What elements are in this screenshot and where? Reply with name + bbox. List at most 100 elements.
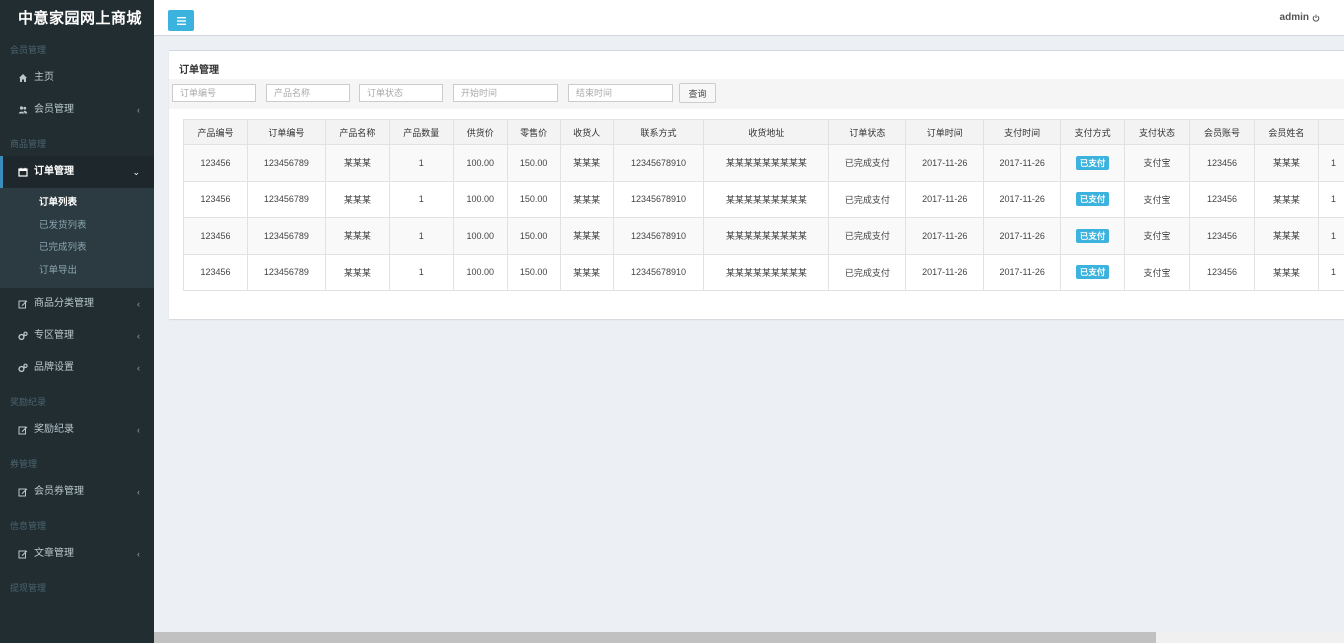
table-cell: 已完成支付 [828, 217, 907, 255]
column-header: 订单编号 [246, 119, 326, 145]
chevron-left-icon: ‹ [137, 549, 140, 559]
nav-category-mgmt[interactable]: 商品分类管理 ‹ [0, 288, 154, 320]
table-cell: 某某某 [324, 144, 390, 182]
table-cell: 123456 [1189, 144, 1255, 182]
submenu-order-export[interactable]: 订单导出 [0, 260, 154, 283]
table-row[interactable]: 123456 123456789 某某某 1 100.00 150.00 某某某 123456… [183, 144, 1344, 182]
column-header: 零售价 [506, 119, 561, 145]
table-cell: 123456 [183, 217, 248, 255]
table-cell: 某某某 [324, 180, 390, 218]
nav-member-mgmt[interactable]: 会员管理 ‹ [0, 94, 154, 126]
table-header-row: 产品编号 订单编号 产品名称 产品数量 供货价 零售价 收货人 联系方式 收货地址 订单状态 订单时… [183, 119, 1344, 145]
table-cell: 12345678910 [612, 180, 705, 218]
table-cell: 12345678910 [612, 253, 705, 291]
nav-zone-mgmt-label: 专区管理 [34, 330, 74, 341]
chevron-left-icon: ‹ [137, 299, 140, 309]
horizontal-scrollbar[interactable] [154, 632, 1344, 643]
table-cell: 123456 [1189, 217, 1255, 255]
table-cell: 某某某 [324, 253, 390, 291]
start-time-input[interactable] [453, 84, 558, 102]
table-row[interactable]: 123456 123456789 某某某 1 100.00 150.00 某某某 123456… [183, 180, 1344, 218]
sidebar-toggle-button[interactable] [168, 10, 194, 31]
table-cell: 2017-11-26 [983, 217, 1062, 255]
order-status-input[interactable] [359, 84, 443, 102]
chevron-left-icon: ‹ [137, 487, 140, 497]
column-header: 产品编号 [183, 119, 248, 145]
table-row[interactable]: 123456 123456789 某某某 1 100.00 150.00 某某某 123456… [183, 217, 1344, 255]
nav-home[interactable]: 主页 [0, 62, 154, 94]
power-icon [1312, 14, 1320, 22]
table-cell: 已完成支付 [828, 253, 907, 291]
table-cell: 某某某某某某某某某 [703, 253, 830, 291]
table-cell: 2017-11-26 [905, 180, 985, 218]
cogs-icon [18, 363, 28, 373]
table-cell: 12345678910 [612, 217, 705, 255]
table-cell: 某某某 [559, 180, 614, 218]
edit-icon [18, 300, 28, 309]
section-header-reward: 奖励纪录 [10, 397, 47, 407]
end-time-input[interactable] [568, 84, 673, 102]
submenu-shipped-list[interactable]: 已发货列表 [0, 215, 154, 238]
section-header-coupon: 券管理 [10, 459, 38, 469]
submenu-order-list[interactable]: 订单列表 [0, 192, 154, 215]
nav-article-mgmt-label: 文章管理 [34, 548, 74, 559]
table-cell: 某某某 [559, 253, 614, 291]
table-cell: 某某某 [1253, 217, 1319, 255]
table-cell: 某某某 [1253, 253, 1319, 291]
column-header: 订单状态 [828, 119, 907, 145]
edit-icon [18, 550, 28, 559]
product-name-input[interactable] [266, 84, 350, 102]
table-cell: 某某某 [1253, 144, 1319, 182]
nav-home-label: 主页 [34, 72, 54, 83]
nav-member-coupon-mgmt[interactable]: 会员券管理 ‹ [0, 476, 154, 508]
user-menu[interactable]: admin [1280, 12, 1320, 23]
table-cell: 123456 [1189, 253, 1255, 291]
column-header: 供货价 [452, 119, 508, 145]
section-header-info: 信息管理 [10, 521, 47, 531]
query-button[interactable]: 查询 [679, 83, 716, 103]
nav-order-mgmt[interactable]: 订单管理 ⌄ [0, 156, 154, 188]
nav-brand-settings[interactable]: 品牌设置 ‹ [0, 352, 154, 384]
table-row[interactable]: 123456 123456789 某某某 1 100.00 150.00 某某某 123456… [183, 253, 1344, 291]
users-icon [18, 106, 28, 114]
table-cell: 已支付 [1060, 253, 1126, 291]
table-cell: 100.00 [452, 253, 508, 291]
nav-reward-records[interactable]: 奖励纪录 ‹ [0, 414, 154, 446]
table-cell: 1 [388, 217, 454, 255]
table-cell: 已完成支付 [828, 180, 907, 218]
table-cell: 已支付 [1060, 217, 1126, 255]
payment-status-badge: 已支付 [1075, 192, 1110, 207]
nav-order-mgmt-label: 订单管理 [34, 166, 74, 177]
table-cell: 123456789 [246, 217, 326, 255]
nav-zone-mgmt[interactable]: 专区管理 ‹ [0, 320, 154, 352]
edit-icon [18, 488, 28, 497]
table-cell: 某某某 [559, 217, 614, 255]
order-no-input[interactable] [172, 84, 256, 102]
payment-status-badge: 已支付 [1075, 228, 1110, 243]
table-cell: 150.00 [506, 144, 561, 182]
scrollbar-thumb[interactable] [154, 632, 1156, 643]
payment-status-badge: 已支付 [1075, 155, 1110, 170]
chevron-left-icon: ‹ [137, 331, 140, 341]
table-cell: 已支付 [1060, 144, 1126, 182]
table-cell: 1 [1317, 180, 1344, 218]
nav-member-coupon-mgmt-label: 会员券管理 [34, 486, 84, 497]
table-cell: 123456 [183, 144, 248, 182]
chevron-left-icon: ‹ [137, 425, 140, 435]
table-cell: 1 [388, 180, 454, 218]
section-header-member: 会员管理 [10, 45, 47, 55]
top-navbar: admin [154, 0, 1344, 36]
table-cell: 某某某某某某某某某 [703, 144, 830, 182]
table-cell: 123456 [183, 253, 248, 291]
nav-article-mgmt[interactable]: 文章管理 ‹ [0, 538, 154, 570]
column-header: 收货地址 [703, 119, 830, 145]
filter-bar: 查询 [169, 79, 1344, 109]
table-cell: 已支付 [1060, 180, 1126, 218]
box-title: 订单管理 [179, 65, 219, 76]
table-cell: 123456 [1189, 180, 1255, 218]
table-cell: 123456789 [246, 180, 326, 218]
table-cell: 100.00 [452, 180, 508, 218]
bars-icon [176, 16, 186, 25]
brand-title[interactable]: 中意家园网上商城 [0, 0, 154, 38]
submenu-completed-list[interactable]: 已完成列表 [0, 237, 154, 260]
